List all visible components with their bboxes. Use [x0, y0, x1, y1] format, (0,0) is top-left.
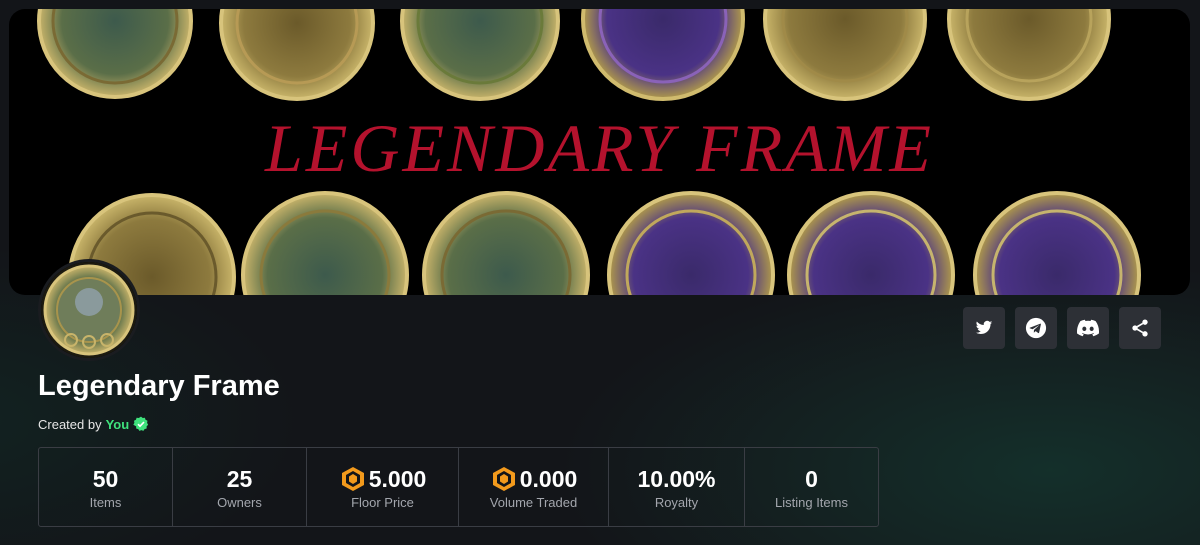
stat-label: Volume Traded	[489, 494, 578, 510]
stat-value: 0	[805, 465, 818, 492]
telegram-button[interactable]	[1015, 307, 1057, 349]
social-links	[963, 307, 1161, 349]
stat-items: 50 Items	[39, 448, 173, 526]
discord-button[interactable]	[1067, 307, 1109, 349]
created-by-label: Created by	[38, 416, 102, 432]
stat-label: Items	[89, 494, 122, 510]
stat-label: Owners	[217, 494, 262, 510]
token-cube-icon	[341, 466, 364, 491]
creator-line: Created by You	[38, 416, 149, 432]
medallion-row-bottom	[68, 191, 1141, 295]
collection-avatar	[38, 259, 140, 361]
avatar-image	[41, 262, 137, 358]
stat-label: Listing Items	[775, 494, 848, 510]
stat-label: Royalty	[654, 494, 699, 510]
stat-owners: 25 Owners	[173, 448, 307, 526]
verified-check-icon	[133, 416, 149, 431]
twitter-button[interactable]	[963, 307, 1005, 349]
stat-floor-price: 5.000 Floor Price	[307, 448, 459, 526]
collection-banner: LEGENDARY FRAME	[9, 9, 1190, 295]
telegram-icon	[1025, 317, 1047, 339]
stat-royalty: 10.00% Royalty	[609, 448, 745, 526]
stat-volume-traded: 0.000 Volume Traded	[459, 448, 609, 526]
stat-value: 0.000	[519, 465, 578, 492]
twitter-icon	[975, 320, 993, 335]
medallion-row-top	[37, 9, 1111, 101]
collection-stats: 50 Items 25 Owners 5.000 Floor Price 0.0…	[38, 447, 879, 527]
stat-value: 5.000	[368, 465, 427, 492]
share-button[interactable]	[1119, 307, 1161, 349]
stat-label: Floor Price	[351, 494, 414, 510]
stat-value: 10.00%	[637, 465, 716, 492]
share-icon	[1132, 319, 1148, 337]
stat-listing-items: 0 Listing Items	[745, 448, 878, 526]
stat-value: 50	[92, 465, 119, 492]
banner-title: LEGENDARY FRAME	[265, 110, 934, 186]
stat-value: 25	[226, 465, 253, 492]
collection-title: Legendary Frame	[38, 370, 280, 402]
discord-icon	[1077, 319, 1099, 337]
creator-name-link[interactable]: You	[106, 417, 130, 432]
token-cube-icon	[492, 466, 515, 491]
